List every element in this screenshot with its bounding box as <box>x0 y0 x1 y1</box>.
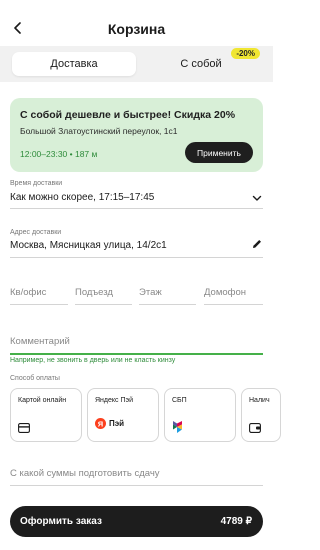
intercom-divider <box>204 304 263 305</box>
payment-yandex-pay[interactable]: Яндекс Пэй Я Пэй <box>87 388 159 442</box>
yandex-pay-icon: Я <box>95 418 106 430</box>
yandex-pay-brand: Пэй <box>109 419 125 429</box>
discount-badge: -20% <box>231 48 260 59</box>
comment-underline <box>10 353 263 355</box>
delivery-time-select[interactable]: Как можно скорее, 17:15–17:45 <box>10 192 154 203</box>
delivery-time-label: Время доставки <box>10 180 63 187</box>
address-field[interactable]: Москва, Мясницкая улица, 14/2с1 <box>10 240 167 251</box>
card-icon <box>18 423 30 433</box>
tab-delivery[interactable]: Доставка <box>12 52 136 76</box>
sbp-icon <box>173 421 182 433</box>
header: Корзина <box>0 0 273 46</box>
delivery-mode-bar: Доставка С собой -20% <box>0 46 273 82</box>
payment-method-title: Картой онлайн <box>18 397 67 404</box>
checkout-button[interactable]: Оформить заказ 4789 ₽ <box>10 506 263 537</box>
delivery-mode-switch: Доставка С собой -20% <box>10 48 264 78</box>
tab-pickup-label: С собой <box>180 58 222 70</box>
payment-method-title: Яндекс Пэй <box>95 397 133 404</box>
floor-divider <box>139 304 196 305</box>
address-label: Адрес доставки <box>10 229 62 236</box>
entrance-divider <box>75 304 132 305</box>
address-divider <box>10 257 263 258</box>
intercom-field[interactable]: Домофон <box>204 287 246 298</box>
promo-title: С собой дешевле и быстрее! Скидка 20% <box>20 109 236 121</box>
page-title: Корзина <box>107 21 166 37</box>
svg-text:Я: Я <box>98 420 103 429</box>
apartment-divider <box>10 304 68 305</box>
pickup-promo-card: С собой дешевле и быстрее! Скидка 20% Бо… <box>10 98 263 172</box>
apartment-field[interactable]: Кв/офис <box>10 287 46 298</box>
pencil-icon[interactable] <box>251 238 263 250</box>
entrance-field[interactable]: Подъезд <box>75 287 113 298</box>
payment-method-title: Налич <box>249 397 270 404</box>
payment-cash[interactable]: Налич <box>241 388 281 442</box>
checkout-bar: Оформить заказ 4789 ₽ <box>0 496 273 550</box>
payment-sbp[interactable]: СБП <box>164 388 236 442</box>
apply-button[interactable]: Применить <box>185 142 253 163</box>
change-underline <box>10 485 263 486</box>
delivery-time-divider <box>10 208 263 209</box>
change-amount-input[interactable]: С какой суммы подготовить сдачу <box>10 468 160 479</box>
chevron-down-icon[interactable] <box>251 192 263 204</box>
wallet-icon <box>249 423 261 433</box>
payment-card-online[interactable]: Картой онлайн <box>10 388 82 442</box>
comment-hint: Например, не звонить в дверь или не клас… <box>10 357 176 364</box>
checkout-label: Оформить заказ <box>20 516 102 527</box>
payment-label: Способ оплаты <box>10 375 60 382</box>
order-total: 4789 ₽ <box>220 516 252 527</box>
promo-address: Большой Златоустинский переулок, 1с1 <box>20 126 178 136</box>
yandex-pay-logo: Я Пэй <box>95 415 124 433</box>
payment-method-title: СБП <box>172 397 187 404</box>
floor-field[interactable]: Этаж <box>139 287 162 298</box>
comment-input[interactable]: Комментарий <box>10 336 70 347</box>
promo-time-distance: 12:00–23:30 • 187 м <box>20 149 98 159</box>
